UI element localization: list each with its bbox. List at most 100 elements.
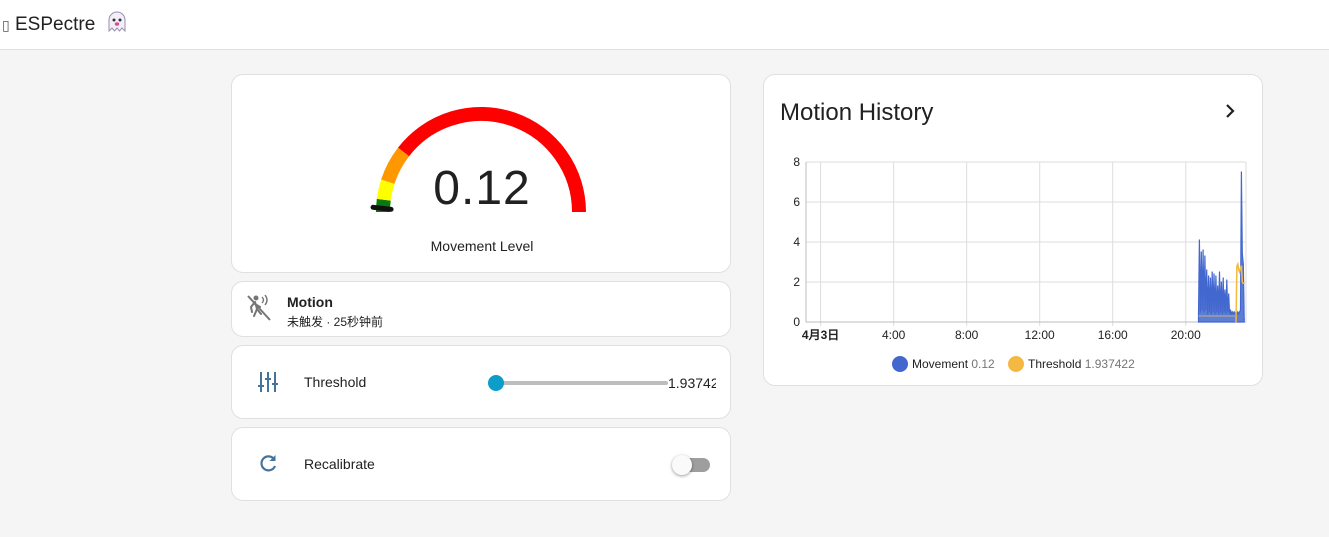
data-point-movement — [1209, 277, 1211, 279]
chevron-right-icon[interactable] — [1224, 103, 1236, 119]
data-point-movement — [1237, 311, 1239, 313]
y-tick-label: 8 — [793, 155, 800, 169]
data-point-movement — [1229, 309, 1232, 311]
data-point-movement — [1228, 293, 1230, 295]
data-point-movement — [1210, 313, 1212, 315]
data-point-movement — [1225, 313, 1227, 315]
data-point-movement — [1239, 311, 1241, 313]
threshold-value: 1.93742 — [668, 375, 716, 391]
data-point-movement — [1208, 275, 1210, 277]
data-point-movement — [1207, 313, 1209, 315]
data-point-movement — [1240, 171, 1242, 173]
data-point-movement — [1217, 285, 1219, 287]
data-point-movement — [1202, 249, 1204, 251]
data-point-movement — [1216, 311, 1218, 313]
data-point-movement — [1239, 309, 1242, 311]
data-point-movement — [1223, 311, 1225, 313]
data-point-movement — [1218, 313, 1220, 315]
data-point-movement — [1241, 253, 1243, 255]
recalibrate-label: Recalibrate — [304, 456, 375, 472]
data-point-movement — [1224, 289, 1226, 291]
data-point-movement — [1206, 269, 1208, 271]
gauge-label: Movement Level — [430, 238, 534, 254]
motion-sensor-icon — [247, 294, 271, 321]
data-point-threshold — [1243, 282, 1245, 284]
data-point-movement — [1220, 281, 1222, 283]
legend-name: Movement — [912, 357, 969, 371]
chart-legend: Movement 0.12 Threshold 1.937422 — [764, 356, 1264, 372]
data-point-movement — [1230, 313, 1232, 315]
data-point-movement — [1233, 311, 1235, 313]
data-point-movement — [1243, 319, 1245, 321]
threshold-label: Threshold — [304, 374, 367, 390]
legend-item-movement[interactable]: Movement 0.12 — [892, 356, 995, 372]
data-point-movement — [1227, 311, 1229, 313]
x-tick-label: 4:00 — [882, 328, 906, 342]
recalibrate-toggle-knob[interactable] — [672, 455, 692, 475]
data-point-movement — [1203, 311, 1205, 313]
gauge-value: 0.12 — [433, 162, 531, 215]
data-point-movement — [1201, 309, 1203, 311]
data-point-movement — [1238, 313, 1240, 315]
data-point-movement — [1205, 309, 1207, 311]
tune-sliders-icon — [258, 372, 278, 392]
data-point-movement — [1197, 313, 1200, 315]
data-point-threshold — [1239, 267, 1242, 269]
data-point-movement — [1219, 311, 1221, 313]
legend-value: 0.12 — [971, 357, 995, 371]
y-tick-label: 2 — [793, 275, 800, 289]
x-tick-label: 20:00 — [1171, 328, 1201, 342]
series-movement-area — [1197, 171, 1245, 323]
data-point-threshold — [1237, 263, 1239, 265]
x-tick-label: 12:00 — [1025, 328, 1055, 342]
motion-history-card: 0 2 4 6 8 4月3日 4:00 8:00 12:00 16:00 20:00 Motion … — [763, 74, 1263, 386]
data-point-movement — [1199, 311, 1201, 313]
motion-sensor-card[interactable]: Motion 未触发 · 25秒钟前 — [231, 281, 731, 337]
motion-state: 未触发 · 25秒钟前 — [287, 315, 384, 329]
history-title: Motion History — [780, 99, 934, 126]
x-tick-label: 8:00 — [955, 328, 979, 342]
data-point-movement — [1213, 273, 1215, 275]
data-point-movement — [1212, 311, 1214, 313]
data-point-movement — [1214, 313, 1216, 315]
y-tick-label: 6 — [793, 195, 800, 209]
data-point-movement — [1222, 277, 1224, 279]
data-point-movement — [1198, 239, 1200, 241]
data-point-movement — [1231, 311, 1233, 313]
data-point-movement — [1204, 255, 1206, 257]
app-title: ESPectre — [15, 14, 96, 35]
data-point-movement — [1215, 275, 1217, 277]
data-point-movement — [1211, 271, 1213, 273]
data-point-threshold — [1238, 269, 1240, 271]
x-tick-label: 4月3日 — [802, 328, 839, 342]
data-point-movement — [1242, 263, 1244, 265]
ghost-icon — [108, 11, 126, 33]
threshold-card: Threshold 1.93742 — [231, 345, 731, 419]
data-point-threshold — [1239, 271, 1241, 273]
data-point-movement — [1229, 313, 1231, 315]
y-tick-label: 4 — [793, 235, 800, 249]
legend-name: Threshold — [1028, 357, 1082, 371]
data-point-threshold — [1235, 321, 1237, 323]
legend-value: 1.937422 — [1084, 357, 1135, 371]
legend-dot-threshold — [1008, 356, 1024, 372]
top-bar: ▯ ESPectre — [0, 0, 1329, 50]
data-point-threshold — [1240, 265, 1242, 267]
app-title-wrap: ▯ ESPectre — [2, 11, 127, 36]
menu-glyph-icon[interactable]: ▯ — [2, 17, 10, 33]
y-tick-label: 0 — [793, 315, 800, 329]
data-point-movement — [1200, 251, 1202, 253]
threshold-slider-track[interactable] — [494, 381, 668, 385]
data-point-movement — [1218, 271, 1221, 273]
motion-name: Motion — [287, 294, 333, 310]
x-tick-label: 16:00 — [1098, 328, 1128, 342]
threshold-slider-thumb[interactable] — [487, 375, 504, 391]
data-point-movement — [1208, 311, 1211, 313]
data-point-threshold — [1236, 265, 1238, 267]
data-point-movement — [1226, 279, 1228, 281]
legend-item-threshold[interactable]: Threshold 1.937422 — [1008, 356, 1135, 372]
refresh-icon — [260, 455, 277, 472]
movement-gauge-card[interactable]: 0.12 Movement Level — [231, 74, 731, 273]
recalibrate-card: Recalibrate — [231, 427, 731, 501]
data-point-movement — [1221, 313, 1223, 315]
